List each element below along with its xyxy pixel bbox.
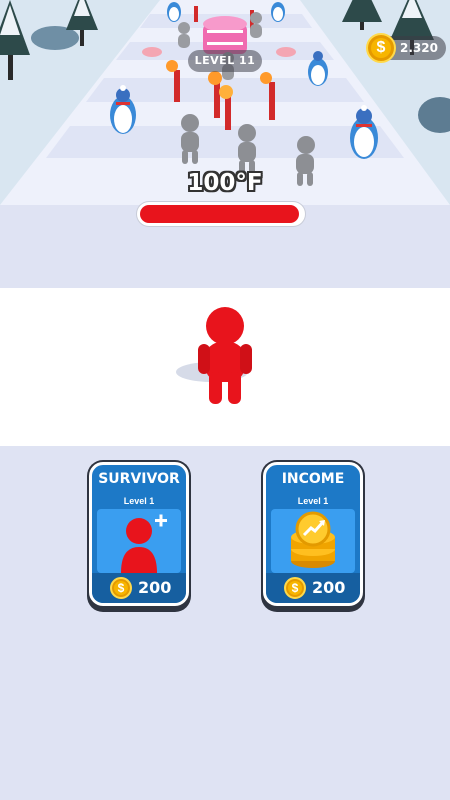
coin-balance: $ 2.320 <box>366 33 446 63</box>
penguin <box>271 2 285 22</box>
income-upgrade-card[interactable]: INCOME Level 1 $ 200 <box>263 462 363 606</box>
coin-amount: 2.320 <box>400 41 438 55</box>
upgrade-level: Level 1 <box>123 496 155 506</box>
coin-icon: $ <box>110 577 132 599</box>
survivor-upgrade-card[interactable]: SURVIVOR Level 1 $ 200 <box>89 462 189 606</box>
game-scene <box>0 0 450 800</box>
heat-bar-fill <box>140 205 299 223</box>
upgrade-title: INCOME <box>281 471 345 487</box>
upgrade-price-bar: $ 200 <box>266 573 360 603</box>
heat-bar <box>137 202 305 226</box>
red-stickman-plus-icon <box>121 514 167 573</box>
upgrade-price: 200 <box>138 578 172 597</box>
penguin <box>167 2 181 22</box>
sneaker <box>142 47 162 57</box>
upgrade-price: 200 <box>312 578 346 597</box>
upgrade-title: SURVIVOR <box>98 471 180 487</box>
coin-icon: $ <box>366 33 396 63</box>
coin-icon: $ <box>284 577 306 599</box>
upgrade-price-bar: $ 200 <box>92 573 186 603</box>
sneaker <box>276 47 296 57</box>
upgrade-panel <box>271 509 355 573</box>
enemy-temperature: 100°F <box>187 170 263 196</box>
level-indicator: LEVEL 11 <box>188 50 262 72</box>
upgrade-level: Level 1 <box>297 496 329 506</box>
coin-stack-chart-icon <box>291 511 335 568</box>
pink-barrel <box>203 16 247 54</box>
upgrade-panel <box>97 509 181 573</box>
